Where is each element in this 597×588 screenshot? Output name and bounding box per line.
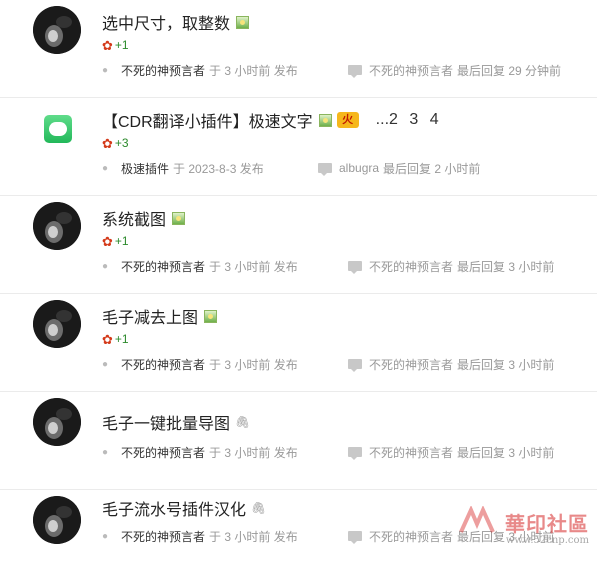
user-icon: ●	[102, 358, 109, 370]
avatar[interactable]	[33, 202, 81, 250]
reply-icon	[348, 531, 362, 544]
post-time: 于 3 小时前 发布	[209, 445, 298, 460]
thread-title[interactable]: 选中尺寸，取整数	[102, 10, 230, 34]
post-meta: ● 不死的神预言者 于 3 小时前 发布	[102, 528, 298, 544]
last-reply-user[interactable]: 不死的神预言者	[369, 62, 453, 79]
user-icon: ●	[102, 446, 109, 458]
flower-icon: ✿	[102, 331, 113, 347]
reply-icon	[348, 359, 362, 372]
flower-icon: ✿	[102, 135, 113, 151]
hot-icon: 火	[336, 112, 359, 128]
last-reply: albugra 最后回复 2 小时前	[318, 160, 480, 176]
user-icon: ●	[102, 64, 109, 76]
thread-title[interactable]: 毛子减去上图	[102, 304, 198, 328]
thread-row: 系统截图 ✿ +1 ● 不死的神预言者 于 3 小时前 发布 不死的神预言者 最…	[0, 196, 597, 294]
reply-icon	[318, 163, 332, 176]
attachment-icon: 🖇	[235, 415, 251, 429]
rate-count: +3	[114, 136, 129, 150]
user-icon: ●	[102, 260, 109, 272]
rate-count: +1	[114, 332, 129, 346]
thread-title-row: 【CDR翻译小插件】极速文字 火 ...2 3 4	[102, 108, 439, 132]
last-reply-time: 最后回复 29 分钟前	[457, 63, 562, 78]
rate-row: ✿ +1	[102, 37, 129, 53]
watermark-logo-icon	[459, 506, 495, 533]
user-icon: ●	[102, 162, 109, 174]
page-link[interactable]: 3	[409, 111, 418, 128]
author-link[interactable]: 不死的神预言者	[121, 444, 205, 461]
avatar[interactable]	[33, 6, 81, 54]
thread-title-row: 毛子一键批量导图 🖇	[102, 410, 250, 434]
avatar[interactable]	[33, 496, 81, 544]
image-icon	[204, 309, 218, 323]
post-meta: ● 不死的神预言者 于 3 小时前 发布	[102, 258, 298, 274]
rate-row: ✿ +1	[102, 233, 129, 249]
rate-row: ✿ +1	[102, 331, 129, 347]
image-icon	[236, 15, 250, 29]
watermark-url: www.52cnp.com	[505, 535, 589, 546]
last-reply-user[interactable]: 不死的神预言者	[369, 444, 453, 461]
post-time: 于 3 小时前 发布	[209, 259, 298, 274]
thread-title-row: 系统截图	[102, 206, 186, 230]
last-reply-time: 最后回复 2 小时前	[383, 161, 481, 176]
last-reply-user[interactable]: albugra	[339, 161, 379, 175]
page-link[interactable]: 4	[430, 111, 439, 128]
post-time: 于 2023-8-3 发布	[173, 161, 264, 176]
thread-title[interactable]: 【CDR翻译小插件】极速文字	[102, 108, 313, 132]
thread-title-row: 选中尺寸，取整数	[102, 10, 250, 34]
thread-title[interactable]: 毛子一键批量导图	[102, 410, 230, 434]
last-reply-user[interactable]: 不死的神预言者	[369, 356, 453, 373]
thread-list: 选中尺寸，取整数 ✿ +1 ● 不死的神预言者 于 3 小时前 发布 不死的神预…	[0, 0, 597, 588]
last-reply-time: 最后回复 3 小时前	[457, 357, 555, 372]
post-meta: ● 不死的神预言者 于 3 小时前 发布	[102, 356, 298, 372]
thread-title[interactable]: 毛子流水号插件汉化	[102, 496, 246, 520]
thread-title[interactable]: 系统截图	[102, 206, 166, 230]
reply-icon	[348, 447, 362, 460]
user-icon: ●	[102, 530, 109, 542]
flower-icon: ✿	[102, 37, 113, 53]
author-link[interactable]: 不死的神预言者	[121, 258, 205, 275]
thread-row: 选中尺寸，取整数 ✿ +1 ● 不死的神预言者 于 3 小时前 发布 不死的神预…	[0, 0, 597, 98]
reply-icon	[348, 261, 362, 274]
author-link[interactable]: 极速插件	[121, 160, 169, 177]
watermark-text: 華印社區	[505, 512, 589, 536]
last-reply-user[interactable]: 不死的神预言者	[369, 528, 453, 545]
thread-title-row: 毛子流水号插件汉化 🖇	[102, 496, 266, 520]
last-reply-time: 最后回复 3 小时前	[457, 445, 555, 460]
last-reply: 不死的神预言者 最后回复 3 小时前	[348, 356, 554, 372]
post-time: 于 3 小时前 发布	[209, 357, 298, 372]
last-reply: 不死的神预言者 最后回复 3 小时前	[348, 444, 554, 460]
pagination: ...2 3 4	[369, 111, 439, 129]
avatar[interactable]	[44, 115, 72, 143]
last-reply-time: 最后回复 3 小时前	[457, 259, 555, 274]
author-link[interactable]: 不死的神预言者	[121, 62, 205, 79]
post-meta: ● 不死的神预言者 于 3 小时前 发布	[102, 62, 298, 78]
post-meta: ● 极速插件 于 2023-8-3 发布	[102, 160, 264, 176]
author-link[interactable]: 不死的神预言者	[121, 356, 205, 373]
thread-row: 毛子一键批量导图 🖇 ● 不死的神预言者 于 3 小时前 发布 不死的神预言者 …	[0, 392, 597, 490]
reply-icon	[348, 65, 362, 78]
last-reply-user[interactable]: 不死的神预言者	[369, 258, 453, 275]
image-icon	[318, 113, 332, 127]
page-link[interactable]: ...2	[376, 111, 398, 128]
attachment-icon: 🖇	[251, 501, 267, 515]
site-watermark: 華印社區 www.52cnp.com	[459, 506, 589, 546]
avatar[interactable]	[33, 398, 81, 446]
rate-row: ✿ +3	[102, 135, 129, 151]
post-time: 于 3 小时前 发布	[209, 63, 298, 78]
post-meta: ● 不死的神预言者 于 3 小时前 发布	[102, 444, 298, 460]
thread-row: 【CDR翻译小插件】极速文字 火 ...2 3 4 ✿ +3 ● 极速插件 于 …	[0, 98, 597, 196]
thread-row: 毛子减去上图 ✿ +1 ● 不死的神预言者 于 3 小时前 发布 不死的神预言者…	[0, 294, 597, 392]
thread-title-row: 毛子减去上图	[102, 304, 218, 328]
image-icon	[172, 211, 186, 225]
rate-count: +1	[114, 234, 129, 248]
last-reply: 不死的神预言者 最后回复 3 小时前	[348, 258, 554, 274]
last-reply: 不死的神预言者 最后回复 29 分钟前	[348, 62, 561, 78]
avatar[interactable]	[33, 300, 81, 348]
post-time: 于 3 小时前 发布	[209, 529, 298, 544]
author-link[interactable]: 不死的神预言者	[121, 528, 205, 545]
flower-icon: ✿	[102, 233, 113, 249]
rate-count: +1	[114, 38, 129, 52]
cloud-icon	[49, 122, 67, 136]
